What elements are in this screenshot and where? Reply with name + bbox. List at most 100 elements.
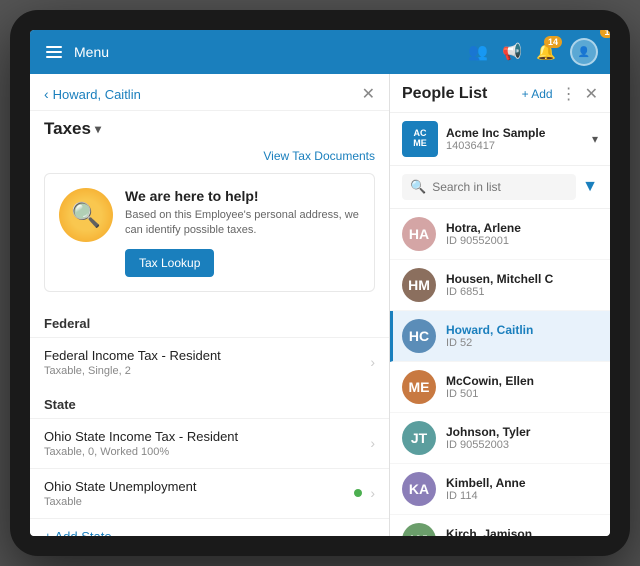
- people-list: HAHotra, ArleneID 90552001HMHousen, Mitc…: [390, 209, 610, 536]
- person-id: ID 501: [446, 388, 534, 400]
- chevron-right-icon: ›: [370, 485, 375, 501]
- left-panel: ‹ Howard, Caitlin ✕ Taxes ▾ View Tax Doc…: [30, 74, 390, 536]
- person-avatar: ME: [402, 370, 436, 404]
- person-list-item[interactable]: KJ Kirch, JamisonID 6855: [390, 515, 610, 536]
- section-title: Taxes ▾: [30, 111, 389, 147]
- search-icon: 🔍: [410, 179, 426, 195]
- chevron-right-icon: ›: [370, 354, 375, 370]
- state-section-header: State: [30, 387, 389, 418]
- back-label: Howard, Caitlin: [53, 87, 141, 102]
- main-content-area: ‹ Howard, Caitlin ✕ Taxes ▾ View Tax Doc…: [30, 74, 610, 536]
- top-navigation: Menu 👥 📢 🔔 14 👤 1: [30, 30, 610, 74]
- dropdown-arrow-icon[interactable]: ▾: [95, 122, 101, 136]
- nav-icons-group: 👥 📢 🔔 14 👤 1: [468, 38, 598, 66]
- tax-name: Ohio State Unemployment: [44, 479, 196, 494]
- person-name: Hotra, Arlene: [446, 221, 521, 235]
- person-id: ID 52: [446, 337, 533, 349]
- view-docs-link[interactable]: View Tax Documents: [30, 147, 389, 173]
- person-info: Hotra, ArleneID 90552001: [446, 221, 521, 247]
- help-card-description: Based on this Employee's personal addres…: [125, 208, 360, 239]
- back-arrow-icon: ‹: [44, 86, 49, 102]
- company-selector[interactable]: ACME Acme Inc Sample 14036417 ▾: [390, 113, 610, 166]
- tax-item-info: Federal Income Tax - Resident Taxable, S…: [44, 348, 221, 377]
- tax-lookup-button[interactable]: Tax Lookup: [125, 249, 214, 277]
- tax-item-right: ›: [370, 354, 375, 370]
- person-name: Howard, Caitlin: [446, 323, 533, 337]
- person-list-item[interactable]: JTJohnson, TylerID 90552003: [390, 413, 610, 464]
- right-panel: People List + Add ⋮ ✕ ACME Acme Inc Samp…: [390, 74, 610, 536]
- green-status-dot: [354, 489, 362, 497]
- person-list-item[interactable]: HMHousen, Mitchell CID 6851: [390, 260, 610, 311]
- ohio-income-tax-item[interactable]: Ohio State Income Tax - Resident Taxable…: [30, 418, 389, 468]
- search-input[interactable]: [432, 180, 568, 194]
- company-info: Acme Inc Sample 14036417: [446, 126, 584, 152]
- close-panel-button[interactable]: ✕: [362, 84, 375, 104]
- people-list-header: People List + Add ⋮ ✕: [390, 74, 610, 113]
- person-id: ID 90552003: [446, 439, 530, 451]
- help-card-text: We are here to help! Based on this Emplo…: [125, 188, 360, 277]
- tax-sub: Taxable, 0, Worked 100%: [44, 446, 238, 458]
- federal-income-tax-item[interactable]: Federal Income Tax - Resident Taxable, S…: [30, 337, 389, 387]
- tax-item-info: Ohio State Income Tax - Resident Taxable…: [44, 429, 238, 458]
- company-name: Acme Inc Sample: [446, 126, 584, 140]
- people-icon[interactable]: 👥: [468, 42, 488, 62]
- help-card-title: We are here to help!: [125, 188, 360, 204]
- device-frame: Menu 👥 📢 🔔 14 👤 1 ‹: [10, 10, 630, 556]
- person-avatar: KJ: [402, 523, 436, 536]
- person-list-item[interactable]: HAHotra, ArleneID 90552001: [390, 209, 610, 260]
- person-list-item[interactable]: ME McCowin, EllenID 501: [390, 362, 610, 413]
- filter-icon[interactable]: ▼: [582, 178, 598, 196]
- app-container: Menu 👥 📢 🔔 14 👤 1 ‹: [30, 30, 610, 536]
- company-dropdown-icon: ▾: [592, 132, 598, 146]
- person-id: ID 90552001: [446, 235, 521, 247]
- add-person-button[interactable]: + Add: [522, 87, 553, 101]
- person-avatar: HC: [402, 319, 436, 353]
- person-info: Johnson, TylerID 90552003: [446, 425, 530, 451]
- state-section: State Ohio State Income Tax - Resident T…: [30, 387, 389, 536]
- close-people-list-button[interactable]: ✕: [585, 84, 598, 104]
- person-list-item[interactable]: HC Howard, CaitlinID 52: [390, 311, 610, 362]
- tax-item-right: ›: [354, 485, 375, 501]
- search-bar: 🔍 ▼: [390, 166, 610, 209]
- people-list-actions: + Add ⋮ ✕: [522, 84, 598, 104]
- people-list-title: People List: [402, 85, 487, 103]
- add-state-button[interactable]: + Add State: [30, 518, 389, 536]
- tax-sub: Taxable: [44, 496, 196, 508]
- ohio-unemployment-item[interactable]: Ohio State Unemployment Taxable ›: [30, 468, 389, 518]
- person-name: Johnson, Tyler: [446, 425, 530, 439]
- notification-icon[interactable]: 🔔 14: [536, 42, 556, 62]
- tax-sub: Taxable, Single, 2: [44, 365, 221, 377]
- app-title: Menu: [74, 44, 460, 60]
- help-card: 🔍 We are here to help! Based on this Emp…: [44, 173, 375, 292]
- person-list-item[interactable]: KA Kimbell, AnneID 114: [390, 464, 610, 515]
- chevron-right-icon: ›: [370, 435, 375, 451]
- person-id: ID 6851: [446, 286, 553, 298]
- user-avatar[interactable]: 👤 1: [570, 38, 598, 66]
- federal-section-header: Federal: [30, 306, 389, 337]
- tax-item-right: ›: [370, 435, 375, 451]
- federal-section: Federal Federal Income Tax - Resident Ta…: [30, 306, 389, 387]
- person-info: Kirch, JamisonID 6855: [446, 527, 532, 536]
- person-name: Kirch, Jamison: [446, 527, 532, 536]
- more-options-button[interactable]: ⋮: [561, 84, 577, 104]
- hamburger-menu-button[interactable]: [42, 42, 66, 62]
- person-info: Howard, CaitlinID 52: [446, 323, 533, 349]
- person-avatar: KA: [402, 472, 436, 506]
- person-id: ID 114: [446, 490, 526, 502]
- tax-name: Ohio State Income Tax - Resident: [44, 429, 238, 444]
- tax-name: Federal Income Tax - Resident: [44, 348, 221, 363]
- person-name: Kimbell, Anne: [446, 476, 526, 490]
- person-info: Housen, Mitchell CID 6851: [446, 272, 553, 298]
- company-id: 14036417: [446, 140, 584, 152]
- tax-item-info: Ohio State Unemployment Taxable: [44, 479, 196, 508]
- megaphone-icon[interactable]: 📢: [502, 42, 522, 62]
- help-illustration: 🔍: [59, 188, 113, 242]
- person-info: McCowin, EllenID 501: [446, 374, 534, 400]
- left-panel-header: ‹ Howard, Caitlin ✕: [30, 74, 389, 111]
- notification-badge: 14: [544, 36, 562, 48]
- person-info: Kimbell, AnneID 114: [446, 476, 526, 502]
- person-name: Housen, Mitchell C: [446, 272, 553, 286]
- person-name: McCowin, Ellen: [446, 374, 534, 388]
- back-button[interactable]: ‹ Howard, Caitlin: [44, 86, 141, 102]
- company-logo: ACME: [402, 121, 438, 157]
